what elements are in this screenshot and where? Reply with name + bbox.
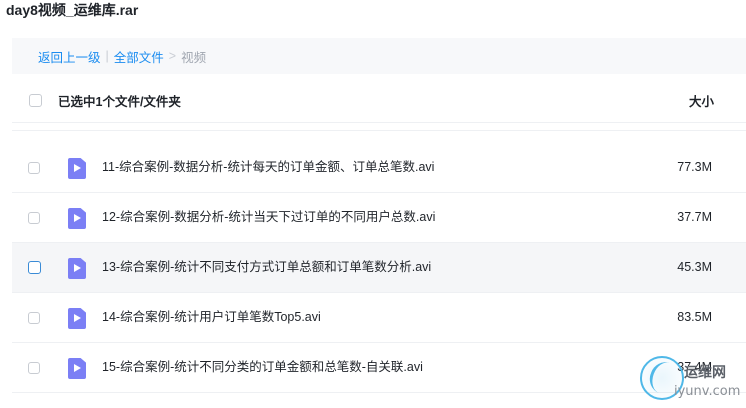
file-list[interactable]: 11-综合案例-数据分析-统计每天的订单金额、订单总笔数.avi 77.3M 1…	[12, 123, 746, 408]
all-files-link[interactable]: 全部文件	[114, 47, 164, 66]
file-row[interactable]: 11-综合案例-数据分析-统计每天的订单金额、订单总笔数.avi 77.3M	[12, 143, 746, 193]
file-row[interactable]: 15-综合案例-统计不同分类的订单金额和总笔数-自关联.avi 37.4M	[12, 343, 746, 393]
file-size: 37.7M	[677, 210, 712, 224]
play-icon	[74, 264, 81, 272]
watermark-text: 运维网	[684, 364, 726, 380]
file-row[interactable]: 12-综合案例-数据分析-统计当天下过订单的不同用户总数.avi 37.7M	[12, 193, 746, 243]
file-row[interactable]: 14-综合案例-统计用户订单笔数Top5.avi 83.5M	[12, 293, 746, 343]
breadcrumb: 返回上一级 | 全部文件 > 视频	[12, 38, 746, 74]
file-size: 83.5M	[677, 310, 712, 324]
file-name[interactable]: 14-综合案例-统计用户订单笔数Top5.avi	[102, 293, 321, 342]
row-checkbox[interactable]	[28, 362, 40, 374]
row-checkbox[interactable]	[28, 261, 41, 274]
select-all-checkbox[interactable]	[29, 94, 42, 107]
play-icon	[74, 364, 81, 372]
selection-count-label: 已选中1个文件/文件夹	[58, 94, 181, 109]
watermark-logo: 运维网 iyunv.com	[640, 356, 746, 408]
file-name[interactable]: 12-综合案例-数据分析-统计当天下过订单的不同用户总数.avi	[102, 193, 435, 242]
play-icon	[74, 164, 81, 172]
row-checkbox[interactable]	[28, 162, 40, 174]
breadcrumb-current: 视频	[181, 50, 207, 65]
file-size: 45.3M	[677, 260, 712, 274]
size-column-header[interactable]: 大小	[689, 91, 714, 110]
file-name[interactable]: 13-综合案例-统计不同支付方式订单总额和订单笔数分析.avi	[102, 243, 431, 292]
breadcrumb-separator: >	[168, 49, 177, 63]
file-size: 77.3M	[677, 160, 712, 174]
archive-title: day8视频_运维库.rar	[6, 2, 139, 18]
watermark-url: iyunv.com	[674, 384, 741, 399]
breadcrumb-separator: |	[105, 49, 109, 63]
play-icon	[74, 314, 81, 322]
play-icon	[74, 214, 81, 222]
list-header: 已选中1个文件/文件夹 大小	[12, 80, 746, 120]
back-link[interactable]: 返回上一级	[38, 47, 101, 66]
row-checkbox[interactable]	[28, 212, 40, 224]
row-checkbox[interactable]	[28, 312, 40, 324]
file-name[interactable]: 15-综合案例-统计不同分类的订单金额和总笔数-自关联.avi	[102, 343, 423, 392]
file-row[interactable]: 13-综合案例-统计不同支付方式订单总额和订单笔数分析.avi 45.3M	[12, 243, 746, 293]
file-name[interactable]: 11-综合案例-数据分析-统计每天的订单金额、订单总笔数.avi	[102, 143, 434, 192]
file-row[interactable]	[12, 123, 746, 131]
